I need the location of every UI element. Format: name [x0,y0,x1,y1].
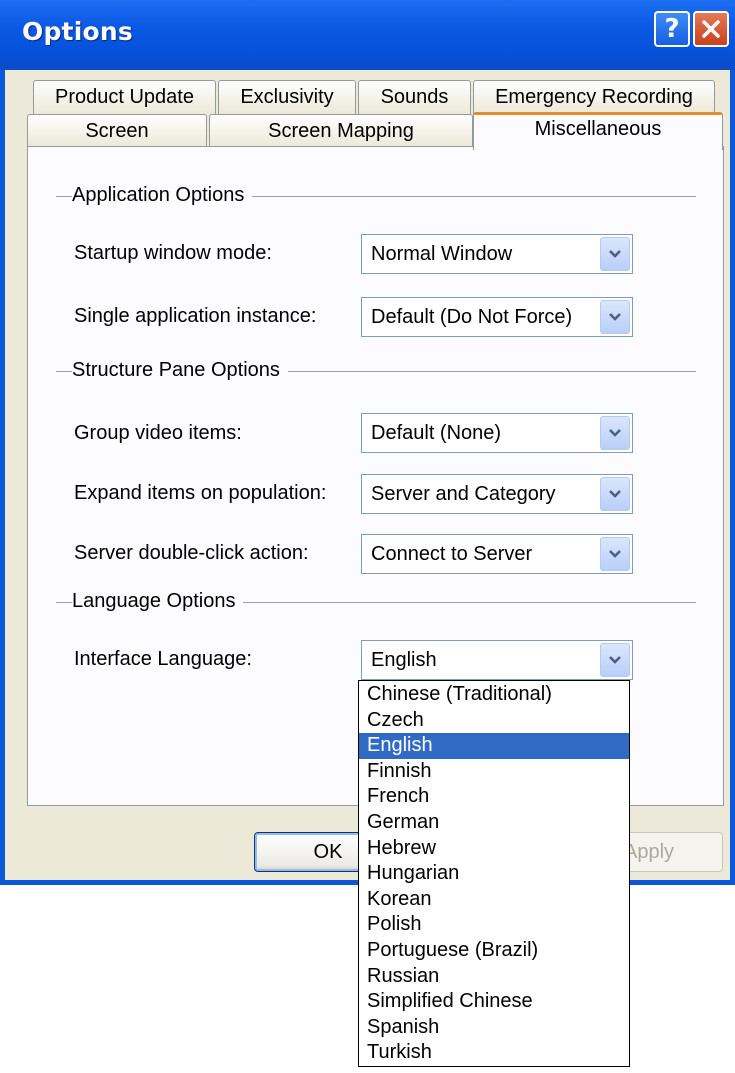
list-item[interactable]: German [359,810,629,836]
button-label: OK [313,840,343,863]
dropdown-button[interactable] [600,300,630,334]
application-options-group: Application Options [56,184,696,208]
dropdown-button[interactable] [600,237,630,271]
combo-value: Server and Category [371,483,556,505]
list-item[interactable]: Finnish [359,759,629,785]
combo-value: Connect to Server [371,543,533,565]
list-item[interactable]: Czech [359,708,629,734]
list-item[interactable]: Chinese (Traditional) [359,682,629,708]
tab-sounds[interactable]: Sounds [358,80,471,114]
list-item[interactable]: Polish [359,912,629,938]
close-icon [702,20,720,38]
tab-label: Miscellaneous [534,118,662,140]
list-item-selected[interactable]: English [359,733,629,759]
list-item[interactable]: French [359,784,629,810]
group-title: Application Options [72,184,253,207]
tab-emergency-recording[interactable]: Emergency Recording [473,80,715,114]
tab-label: Emergency Recording [495,86,693,108]
structure-pane-options-group: Structure Pane Options [56,359,696,383]
interface-language-label: Interface Language: [74,648,252,670]
chevron-down-icon [609,429,621,437]
expand-items-label: Expand items on population: [74,482,327,504]
combo-value: English [371,649,437,671]
tab-screen-mapping[interactable]: Screen Mapping [209,114,473,147]
list-item[interactable]: Hebrew [359,836,629,862]
close-button[interactable] [693,11,729,47]
list-item[interactable]: Portuguese (Brazil) [359,938,629,964]
button-label: Apply [623,840,675,863]
tab-label: Screen Mapping [268,119,414,142]
expand-items-select[interactable]: Server and Category [361,474,633,514]
combo-value: Default (None) [371,422,502,444]
startup-window-mode-select[interactable]: Normal Window [361,234,633,274]
group-title: Structure Pane Options [72,359,288,382]
combo-value: Default (Do Not Force) [371,306,573,328]
single-instance-select[interactable]: Default (Do Not Force) [361,297,633,337]
dropdown-button[interactable] [600,537,630,571]
group-video-items-select[interactable]: Default (None) [361,413,633,453]
group-title: Language Options [72,590,244,613]
server-double-click-label: Server double-click action: [74,542,309,564]
interface-language-select[interactable]: English [361,640,633,680]
list-item[interactable]: Russian [359,964,629,990]
group-video-items-label: Group video items: [74,422,242,444]
help-icon: ? [664,14,680,44]
tab-label: Sounds [380,86,449,108]
single-instance-label: Single application instance: [74,305,317,327]
tab-label: Product Update [55,86,194,108]
list-item[interactable]: Simplified Chinese [359,989,629,1015]
dropdown-button[interactable] [600,416,630,450]
list-item[interactable]: Hungarian [359,861,629,887]
tab-miscellaneous[interactable]: Miscellaneous [473,112,723,150]
chevron-down-icon [609,250,621,258]
server-double-click-select[interactable]: Connect to Server [361,534,633,574]
startup-window-mode-label: Startup window mode: [74,242,272,264]
tab-screen[interactable]: Screen [27,114,207,147]
tab-label: Exclusivity [240,86,334,108]
chevron-down-icon [609,550,621,558]
dropdown-button[interactable] [600,477,630,511]
list-item[interactable]: Turkish [359,1040,629,1066]
title-bar[interactable]: Options ? [0,0,735,70]
tab-product-update[interactable]: Product Update [33,80,216,114]
tab-label: Screen [85,119,149,142]
language-dropdown-list[interactable]: Chinese (Traditional) Czech English Finn… [358,680,630,1067]
language-options-group: Language Options [56,590,696,614]
list-item[interactable]: Spanish [359,1015,629,1041]
chevron-down-icon [609,490,621,498]
tab-exclusivity[interactable]: Exclusivity [218,80,356,114]
window-title: Options [22,17,133,46]
chevron-down-icon [609,656,621,664]
chevron-down-icon [609,313,621,321]
help-button[interactable]: ? [654,11,690,47]
combo-value: Normal Window [371,243,513,265]
dropdown-button[interactable] [600,643,630,677]
list-item[interactable]: Korean [359,887,629,913]
